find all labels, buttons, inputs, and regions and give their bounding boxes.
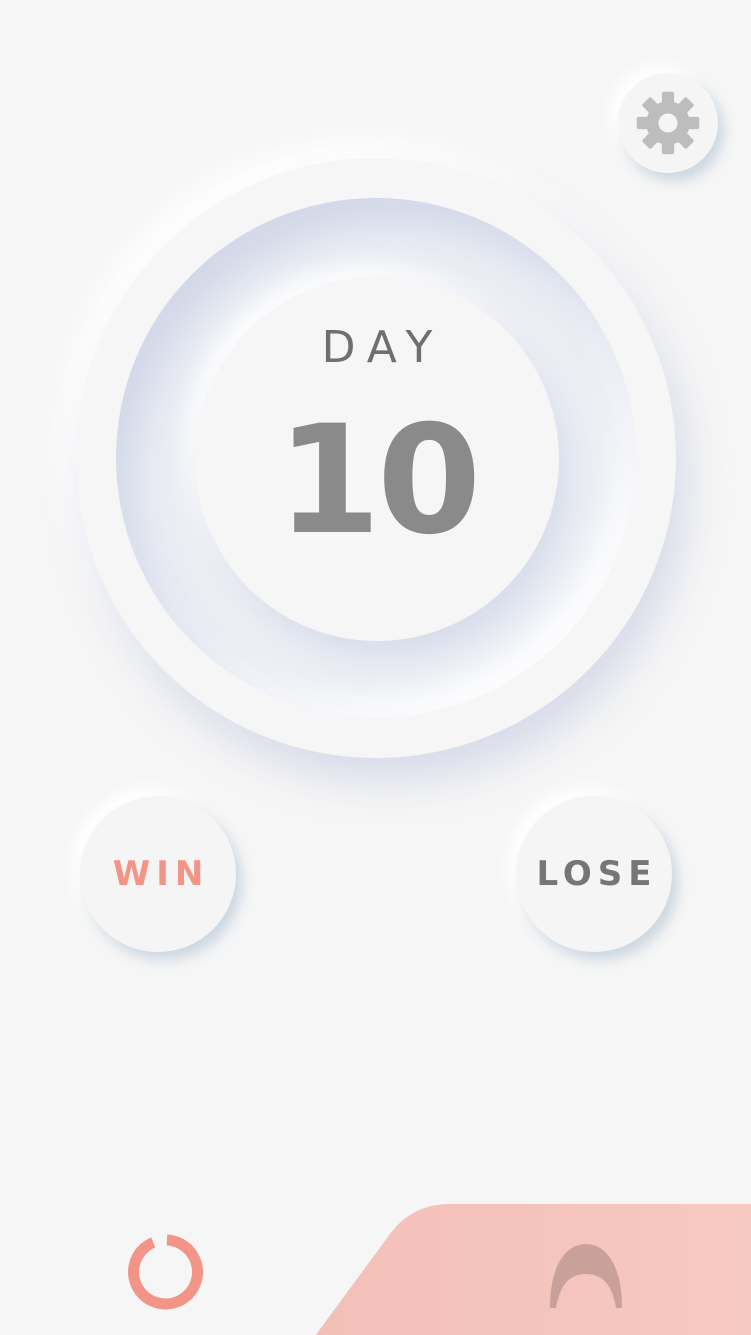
win-button-label: WIN <box>112 854 210 894</box>
day-counter: 10 <box>276 394 482 568</box>
win-button[interactable]: WIN <box>80 796 236 952</box>
bottom-panel <box>315 1204 751 1335</box>
settings-button[interactable] <box>618 73 718 173</box>
day-label: DAY <box>321 322 445 373</box>
arch-icon[interactable] <box>548 1240 624 1312</box>
app-screen: DAY 10 WIN LOSE <box>0 0 751 1335</box>
lose-button-label: LOSE <box>536 854 658 894</box>
gear-icon <box>636 91 700 155</box>
lose-button[interactable]: LOSE <box>516 796 672 952</box>
reset-ring-icon[interactable] <box>127 1232 207 1312</box>
